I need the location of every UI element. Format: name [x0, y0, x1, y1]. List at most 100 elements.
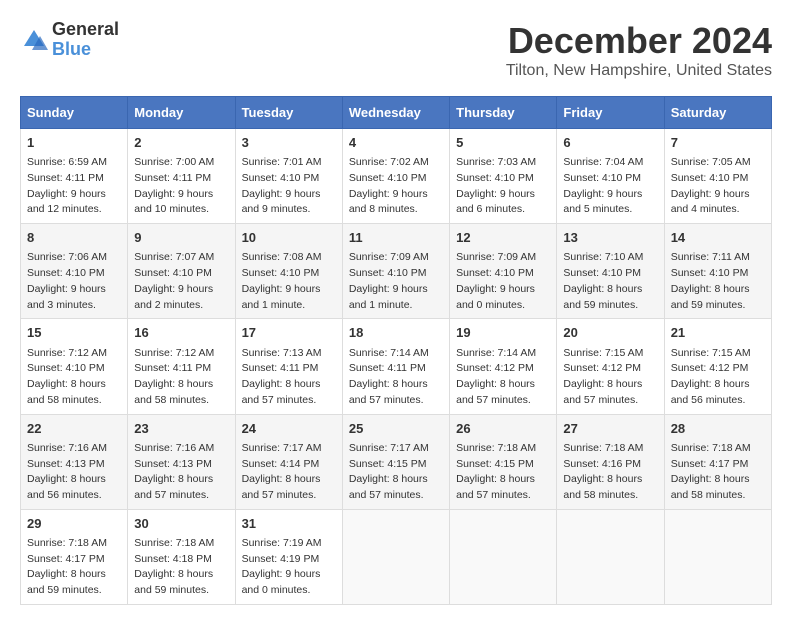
day-info: Sunrise: 7:08 AM Sunset: 4:10 PM Dayligh…: [242, 250, 336, 313]
calendar-cell: 3 Sunrise: 7:01 AM Sunset: 4:10 PM Daylig…: [235, 129, 342, 224]
calendar-cell: 19 Sunrise: 7:14 AM Sunset: 4:12 PM Dayli…: [450, 319, 557, 414]
calendar-cell: 12Sunrise: 7:09 AM Sunset: 4:10 PM Dayli…: [450, 224, 557, 319]
calendar-cell: 4 Sunrise: 7:02 AM Sunset: 4:10 PM Daylig…: [342, 129, 449, 224]
day-number: 19: [456, 324, 550, 342]
day-number: 7: [671, 134, 765, 152]
logo-text: General Blue: [52, 20, 119, 60]
calendar-cell: 8 Sunrise: 7:06 AM Sunset: 4:10 PM Daylig…: [21, 224, 128, 319]
calendar-cell: [450, 509, 557, 604]
calendar-cell: 23 Sunrise: 7:16 AM Sunset: 4:13 PM Dayli…: [128, 414, 235, 509]
day-info: Sunrise: 7:18 AM Sunset: 4:18 PM Dayligh…: [134, 536, 228, 599]
calendar-cell: 5Sunrise: 7:03 AM Sunset: 4:10 PM Daylig…: [450, 129, 557, 224]
day-number: 18: [349, 324, 443, 342]
calendar-cell: 13 Sunrise: 7:10 AM Sunset: 4:10 PM Dayli…: [557, 224, 664, 319]
day-number: 5: [456, 134, 550, 152]
day-number: 8: [27, 229, 121, 247]
day-number: 21: [671, 324, 765, 342]
day-number: 23: [134, 420, 228, 438]
calendar-cell: 17 Sunrise: 7:13 AM Sunset: 4:11 PM Dayli…: [235, 319, 342, 414]
calendar-cell: 18 Sunrise: 7:14 AM Sunset: 4:11 PM Dayli…: [342, 319, 449, 414]
day-info: Sunrise: 7:10 AM Sunset: 4:10 PM Dayligh…: [563, 250, 657, 313]
day-number: 12: [456, 229, 550, 247]
day-info: Sunrise: 7:16 AM Sunset: 4:13 PM Dayligh…: [134, 441, 228, 504]
logo-blue: Blue: [52, 40, 119, 60]
day-number: 11: [349, 229, 443, 247]
calendar-cell: 24 Sunrise: 7:17 AM Sunset: 4:14 PM Dayli…: [235, 414, 342, 509]
day-info: Sunrise: 7:11 AM Sunset: 4:10 PM Dayligh…: [671, 250, 765, 313]
day-number: 30: [134, 515, 228, 533]
day-number: 13: [563, 229, 657, 247]
day-info: Sunrise: 7:00 AM Sunset: 4:11 PM Dayligh…: [134, 155, 228, 218]
day-number: 14: [671, 229, 765, 247]
logo-icon: [20, 26, 48, 54]
calendar-cell: 16Sunrise: 7:12 AM Sunset: 4:11 PM Dayli…: [128, 319, 235, 414]
day-number: 28: [671, 420, 765, 438]
calendar-cell: 10 Sunrise: 7:08 AM Sunset: 4:10 PM Dayli…: [235, 224, 342, 319]
calendar-cell: [557, 509, 664, 604]
calendar-cell: 15 Sunrise: 7:12 AM Sunset: 4:10 PM Dayli…: [21, 319, 128, 414]
day-number: 20: [563, 324, 657, 342]
day-number: 2: [134, 134, 228, 152]
day-info: Sunrise: 7:06 AM Sunset: 4:10 PM Dayligh…: [27, 250, 121, 313]
day-number: 24: [242, 420, 336, 438]
calendar-cell: 9Sunrise: 7:07 AM Sunset: 4:10 PM Daylig…: [128, 224, 235, 319]
calendar-cell: [664, 509, 771, 604]
day-number: 31: [242, 515, 336, 533]
header-row: SundayMondayTuesdayWednesdayThursdayFrid…: [21, 97, 772, 129]
calendar-body: 1Sunrise: 6:59 AM Sunset: 4:11 PM Daylig…: [21, 129, 772, 605]
day-info: Sunrise: 7:09 AM Sunset: 4:10 PM Dayligh…: [349, 250, 443, 313]
day-info: Sunrise: 7:17 AM Sunset: 4:14 PM Dayligh…: [242, 441, 336, 504]
calendar-cell: 2 Sunrise: 7:00 AM Sunset: 4:11 PM Daylig…: [128, 129, 235, 224]
calendar-cell: 21 Sunrise: 7:15 AM Sunset: 4:12 PM Dayli…: [664, 319, 771, 414]
calendar-cell: 30 Sunrise: 7:18 AM Sunset: 4:18 PM Dayli…: [128, 509, 235, 604]
day-number: 26: [456, 420, 550, 438]
calendar-cell: 26 Sunrise: 7:18 AM Sunset: 4:15 PM Dayli…: [450, 414, 557, 509]
title-section: December 2024 Tilton, New Hampshire, Uni…: [506, 20, 772, 80]
day-info: Sunrise: 7:14 AM Sunset: 4:12 PM Dayligh…: [456, 346, 550, 409]
day-info: Sunrise: 7:17 AM Sunset: 4:15 PM Dayligh…: [349, 441, 443, 504]
calendar-cell: 20 Sunrise: 7:15 AM Sunset: 4:12 PM Dayli…: [557, 319, 664, 414]
day-info: Sunrise: 7:18 AM Sunset: 4:16 PM Dayligh…: [563, 441, 657, 504]
header-day-sunday: Sunday: [21, 97, 128, 129]
day-number: 4: [349, 134, 443, 152]
calendar-cell: 22Sunrise: 7:16 AM Sunset: 4:13 PM Dayli…: [21, 414, 128, 509]
calendar-cell: 1Sunrise: 6:59 AM Sunset: 4:11 PM Daylig…: [21, 129, 128, 224]
location: Tilton, New Hampshire, United States: [506, 62, 772, 80]
day-info: Sunrise: 7:02 AM Sunset: 4:10 PM Dayligh…: [349, 155, 443, 218]
week-row-1: 1Sunrise: 6:59 AM Sunset: 4:11 PM Daylig…: [21, 129, 772, 224]
day-number: 10: [242, 229, 336, 247]
calendar-table: SundayMondayTuesdayWednesdayThursdayFrid…: [20, 96, 772, 605]
day-number: 29: [27, 515, 121, 533]
calendar-cell: 11 Sunrise: 7:09 AM Sunset: 4:10 PM Dayli…: [342, 224, 449, 319]
day-number: 9: [134, 229, 228, 247]
day-number: 25: [349, 420, 443, 438]
day-info: Sunrise: 7:18 AM Sunset: 4:15 PM Dayligh…: [456, 441, 550, 504]
calendar-header: SundayMondayTuesdayWednesdayThursdayFrid…: [21, 97, 772, 129]
calendar-cell: 25 Sunrise: 7:17 AM Sunset: 4:15 PM Dayli…: [342, 414, 449, 509]
day-info: Sunrise: 7:16 AM Sunset: 4:13 PM Dayligh…: [27, 441, 121, 504]
calendar-cell: 14 Sunrise: 7:11 AM Sunset: 4:10 PM Dayli…: [664, 224, 771, 319]
day-number: 15: [27, 324, 121, 342]
calendar-cell: 28Sunrise: 7:18 AM Sunset: 4:17 PM Dayli…: [664, 414, 771, 509]
day-info: Sunrise: 6:59 AM Sunset: 4:11 PM Dayligh…: [27, 155, 121, 218]
day-info: Sunrise: 7:15 AM Sunset: 4:12 PM Dayligh…: [671, 346, 765, 409]
header-day-saturday: Saturday: [664, 97, 771, 129]
day-number: 17: [242, 324, 336, 342]
header-day-thursday: Thursday: [450, 97, 557, 129]
day-number: 27: [563, 420, 657, 438]
day-info: Sunrise: 7:14 AM Sunset: 4:11 PM Dayligh…: [349, 346, 443, 409]
calendar-cell: 6Sunrise: 7:04 AM Sunset: 4:10 PM Daylig…: [557, 129, 664, 224]
day-info: Sunrise: 7:01 AM Sunset: 4:10 PM Dayligh…: [242, 155, 336, 218]
calendar-cell: 29Sunrise: 7:18 AM Sunset: 4:17 PM Dayli…: [21, 509, 128, 604]
calendar-cell: 7Sunrise: 7:05 AM Sunset: 4:10 PM Daylig…: [664, 129, 771, 224]
week-row-4: 22Sunrise: 7:16 AM Sunset: 4:13 PM Dayli…: [21, 414, 772, 509]
day-info: Sunrise: 7:04 AM Sunset: 4:10 PM Dayligh…: [563, 155, 657, 218]
week-row-5: 29Sunrise: 7:18 AM Sunset: 4:17 PM Dayli…: [21, 509, 772, 604]
month-title: December 2024: [506, 20, 772, 62]
calendar-cell: 27 Sunrise: 7:18 AM Sunset: 4:16 PM Dayli…: [557, 414, 664, 509]
header-day-friday: Friday: [557, 97, 664, 129]
day-info: Sunrise: 7:12 AM Sunset: 4:10 PM Dayligh…: [27, 346, 121, 409]
day-info: Sunrise: 7:13 AM Sunset: 4:11 PM Dayligh…: [242, 346, 336, 409]
day-number: 3: [242, 134, 336, 152]
day-info: Sunrise: 7:15 AM Sunset: 4:12 PM Dayligh…: [563, 346, 657, 409]
